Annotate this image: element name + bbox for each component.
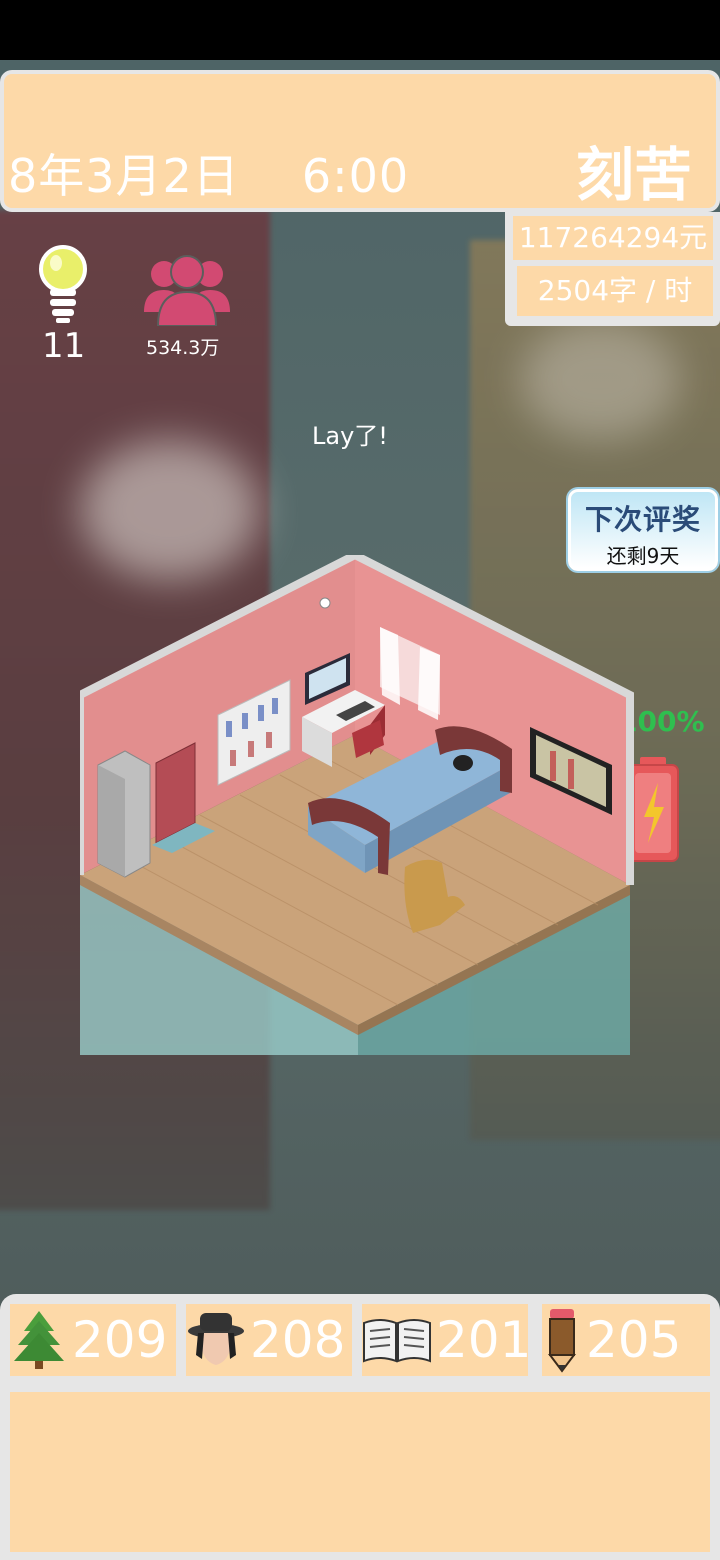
pencil-icon (548, 1309, 576, 1373)
bottom-panel (0, 1386, 720, 1560)
sleeping-character (453, 755, 473, 771)
resource-character[interactable]: 208 (186, 1304, 352, 1376)
resource-character-value: 208 (250, 1311, 346, 1369)
resource-bar: 209 208 201 205 (0, 1294, 720, 1386)
resource-book[interactable]: 201 (362, 1304, 532, 1376)
stats-box: 117264294元 2504字 / 时 (505, 212, 720, 326)
money-display: 117264294元 (513, 216, 713, 260)
game-date: 8年3月2日 (8, 149, 240, 203)
light-bulb-icon[interactable] (36, 245, 90, 325)
resource-tree-value: 209 (72, 1311, 168, 1369)
resource-tree[interactable]: 209 (10, 1304, 176, 1376)
isometric-room (80, 555, 634, 1055)
game-date-time: 8年3月2日 6:00 (8, 140, 409, 206)
ideas-count: 11 (42, 326, 86, 366)
event-message: Lay了! (312, 422, 388, 450)
wall-clock-icon (319, 597, 331, 609)
resource-pencil-value: 205 (586, 1311, 682, 1369)
fans-icon[interactable] (142, 254, 232, 326)
game-time: 6:00 (301, 149, 410, 203)
character-hat-icon (188, 1313, 244, 1365)
bottom-panel-content (10, 1392, 710, 1552)
open-book-icon (363, 1319, 431, 1363)
award-title: 下次评奖 (584, 503, 701, 536)
writing-speed-display: 2504字 / 时 (517, 266, 713, 316)
work-status-label: 刻苦 (575, 141, 692, 209)
tree-icon (14, 1311, 64, 1369)
resource-pencil[interactable]: 205 (542, 1304, 710, 1376)
resource-book-value: 201 (436, 1311, 532, 1369)
fans-count: 534.3万 (146, 337, 220, 359)
window-glow (520, 320, 680, 440)
